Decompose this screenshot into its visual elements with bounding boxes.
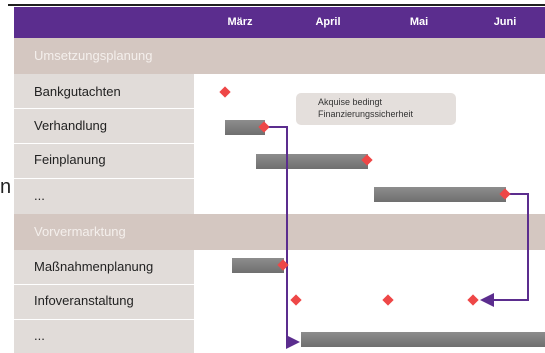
- dependency-arrow-verhandlung-to-rollout: [266, 126, 300, 349]
- dependency-arrows: [266, 126, 529, 349]
- dependency-arrow-feinplanung-to-infoveranstaltung: [480, 193, 529, 307]
